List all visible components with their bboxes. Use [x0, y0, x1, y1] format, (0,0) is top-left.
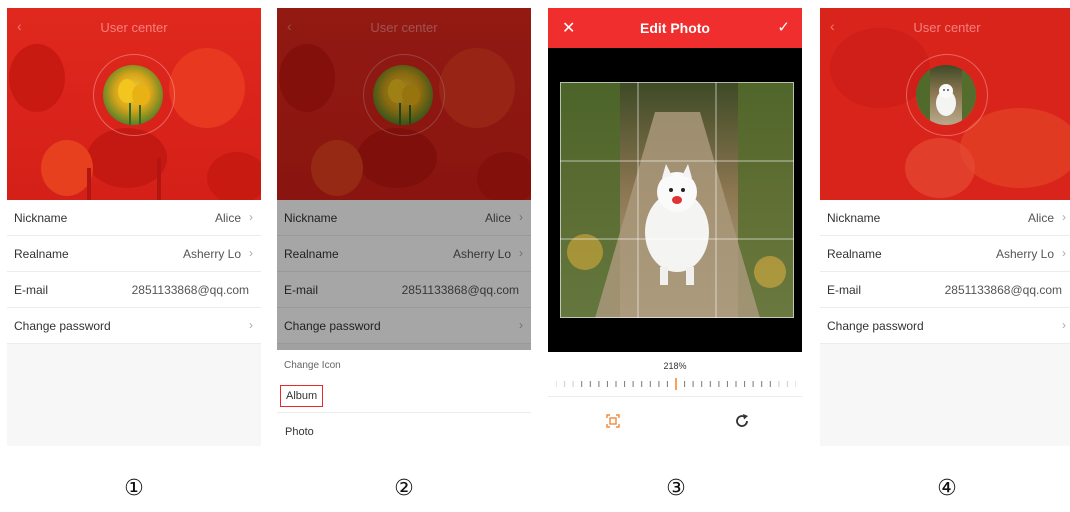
realname-value: Asherry Lo — [995, 247, 1054, 261]
divider — [548, 396, 802, 397]
step-caption-1: ① — [124, 476, 144, 501]
email-label: E-mail — [827, 283, 862, 297]
change-icon-sheet: Change Icon Album Photo — [277, 350, 531, 446]
rotate-icon[interactable] — [734, 413, 750, 429]
avatar[interactable] — [916, 65, 976, 125]
photo-stage — [548, 48, 802, 352]
editor-toolbar: ✕ Edit Photo ✓ — [548, 8, 802, 48]
chevron-right-icon: › — [1062, 318, 1066, 332]
album-option[interactable]: Album — [280, 385, 324, 407]
realname-label: Realname — [827, 247, 882, 261]
chevron-right-icon: › — [249, 210, 253, 224]
step-caption-4: ④ — [937, 476, 957, 501]
nickname-value: Alice — [1027, 211, 1054, 225]
email-value: 2851133868@qq.com — [131, 283, 249, 297]
profile-header: ‹ User center — [820, 8, 1070, 200]
nickname-label: Nickname — [827, 211, 881, 225]
chevron-right-icon: › — [249, 246, 253, 260]
divider — [277, 412, 531, 413]
confirm-icon[interactable]: ✓ — [777, 18, 790, 36]
realname-row[interactable]: Realname Asherry Lo › — [7, 236, 261, 272]
nickname-row[interactable]: Nickname Alice › — [820, 200, 1070, 236]
sheet-title: Change Icon — [284, 360, 341, 371]
email-row: E-mail 2851133868@qq.com — [7, 272, 261, 308]
avatar[interactable] — [103, 65, 163, 125]
editor-title: Edit Photo — [640, 20, 710, 36]
screen-user-center-updated: ‹ User center Nickname Alice › Realname … — [820, 8, 1070, 446]
profile-list: Nickname Alice › Realname Asherry Lo › E… — [820, 200, 1070, 344]
dog-photo-crop-area[interactable] — [548, 48, 802, 352]
change-password-row[interactable]: Change password › — [7, 308, 261, 344]
email-label: E-mail — [14, 283, 49, 297]
realname-row[interactable]: Realname Asherry Lo › — [820, 236, 1070, 272]
zoom-slider[interactable] — [556, 378, 796, 390]
chevron-right-icon: › — [1062, 210, 1066, 224]
photo-option[interactable]: Photo — [285, 426, 314, 438]
change-password-row[interactable]: Change password › — [820, 308, 1070, 344]
modal-overlay[interactable] — [277, 8, 531, 350]
nickname-label: Nickname — [14, 211, 68, 225]
nickname-row[interactable]: Nickname Alice › — [7, 200, 261, 236]
change-password-label: Change password — [14, 319, 111, 333]
page-title: User center — [913, 20, 981, 35]
page-title: User center — [100, 20, 168, 35]
screen-user-center-2: ‹ User center Nickname Alice › Realname … — [277, 8, 531, 446]
email-value: 2851133868@qq.com — [944, 283, 1062, 297]
email-row: E-mail 2851133868@qq.com — [820, 272, 1070, 308]
step-caption-2: ② — [394, 476, 414, 501]
crop-icon[interactable] — [606, 414, 620, 428]
profile-header: ‹ User center — [7, 8, 261, 200]
zoom-level: 218% — [663, 361, 687, 371]
profile-list: Nickname Alice › Realname Asherry Lo › E… — [7, 200, 261, 344]
change-password-label: Change password — [827, 319, 924, 333]
screen-user-center-1: ‹ User center Nickname Alice › Realname … — [7, 8, 261, 446]
chevron-right-icon: › — [1062, 246, 1066, 260]
nickname-value: Alice — [214, 211, 241, 225]
screen-edit-photo: ✕ Edit Photo ✓ 218% — [548, 8, 802, 446]
realname-label: Realname — [14, 247, 69, 261]
step-caption-3: ③ — [666, 476, 686, 501]
chevron-right-icon: › — [249, 318, 253, 332]
realname-value: Asherry Lo — [182, 247, 241, 261]
